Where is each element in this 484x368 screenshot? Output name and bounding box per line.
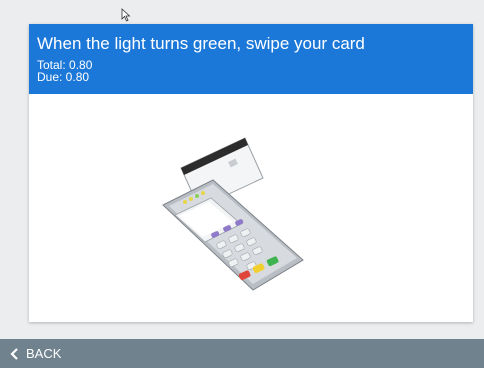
terminal-body bbox=[162, 179, 304, 291]
mouse-cursor-icon bbox=[121, 8, 131, 22]
swipe-card-panel: When the light turns green, swipe your c… bbox=[29, 24, 473, 322]
swipe-instruction: When the light turns green, swipe your c… bbox=[37, 34, 365, 53]
back-button[interactable]: BACK bbox=[0, 346, 61, 361]
back-label: BACK bbox=[26, 346, 62, 361]
due-amount: Due: 0.80 bbox=[37, 70, 90, 84]
footer-bar: BACK bbox=[0, 339, 484, 368]
chevron-left-icon bbox=[10, 347, 18, 360]
prompt-header: When the light turns green, swipe your c… bbox=[29, 24, 473, 94]
card-terminal-icon bbox=[162, 137, 304, 291]
total-amount: Total: 0.80 bbox=[37, 58, 93, 72]
payment-screen: When the light turns green, swipe your c… bbox=[0, 0, 484, 368]
